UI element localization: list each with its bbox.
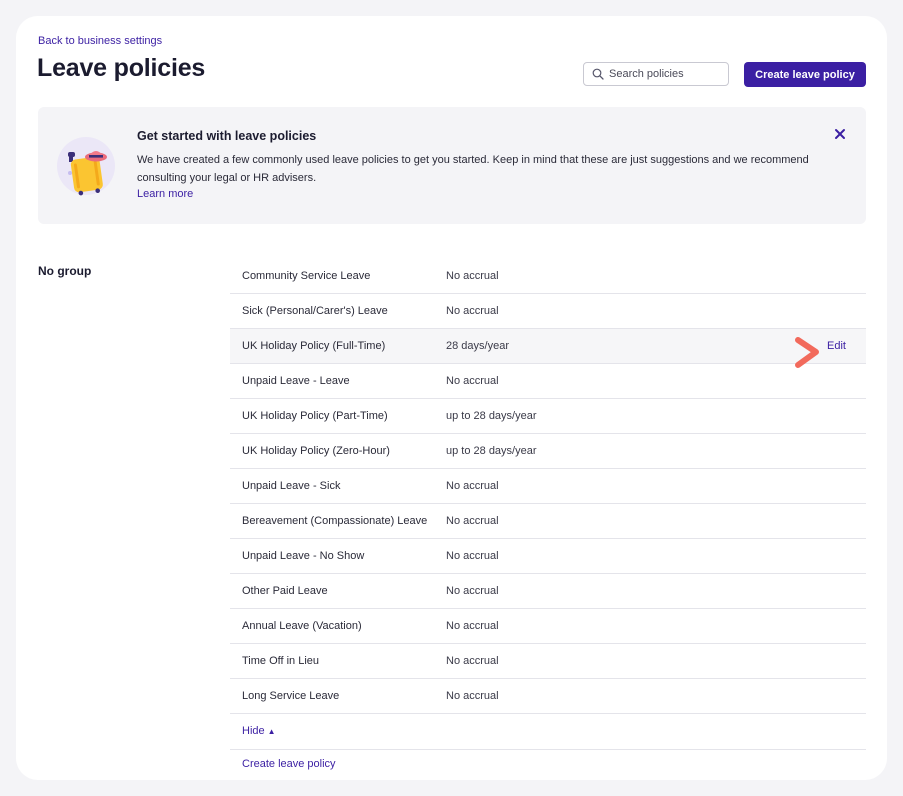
policy-accrual: No accrual [446,655,499,667]
hide-row: Hide ▲ [230,714,866,750]
create-row: Create leave policy [230,750,866,780]
policy-accrual: No accrual [446,690,499,702]
policy-name: Unpaid Leave - No Show [242,550,365,562]
group-label: No group [38,264,92,278]
policy-name: Bereavement (Compassionate) Leave [242,515,428,527]
policy-row[interactable]: Unpaid Leave - Leave No accrual [230,364,866,399]
policy-row[interactable]: UK Holiday Policy (Part-Time) up to 28 d… [230,399,866,434]
hide-label: Hide [242,725,265,737]
policy-name: UK Holiday Policy (Zero-Hour) [242,445,390,457]
policy-row[interactable]: Time Off in Lieu No accrual [230,644,866,679]
search-field[interactable] [583,62,729,86]
search-input[interactable] [609,68,719,80]
policy-row[interactable]: Annual Leave (Vacation) No accrual [230,609,866,644]
banner-description: We have created a few commonly used leav… [137,154,809,184]
search-icon [592,68,604,80]
policy-row-hovered[interactable]: UK Holiday Policy (Full-Time) 28 days/ye… [230,329,866,368]
policy-name: Unpaid Leave - Sick [242,480,341,492]
suitcase-icon [57,137,115,196]
main-card: Back to business settings Leave policies… [16,16,887,780]
policy-accrual: No accrual [446,270,499,282]
edit-policy-link[interactable]: Edit [827,340,846,352]
policy-name: Unpaid Leave - Leave [242,375,350,387]
getting-started-banner: Get started with leave policies We have … [38,107,866,224]
policy-accrual: 28 days/year [446,340,509,352]
back-to-business-settings-link[interactable]: Back to business settings [38,35,162,47]
policy-row[interactable]: Community Service Leave No accrual [230,259,866,294]
close-icon[interactable] [833,127,847,141]
policy-row[interactable]: Unpaid Leave - Sick No accrual [230,469,866,504]
policy-row[interactable]: Bereavement (Compassionate) Leave No acc… [230,504,866,539]
policy-name: UK Holiday Policy (Full-Time) [242,340,386,352]
policy-accrual: up to 28 days/year [446,445,537,457]
banner-title: Get started with leave policies [137,129,317,143]
policy-name: Long Service Leave [242,690,340,702]
policy-row[interactable]: Other Paid Leave No accrual [230,574,866,609]
hide-policies-link[interactable]: Hide ▲ [242,725,276,737]
policy-name: Other Paid Leave [242,585,328,597]
policy-row[interactable]: UK Holiday Policy (Zero-Hour) up to 28 d… [230,434,866,469]
page-title: Leave policies [37,54,206,82]
learn-more-link[interactable]: Learn more [137,188,193,200]
policy-row[interactable]: Long Service Leave No accrual [230,679,866,714]
policy-accrual: No accrual [446,480,499,492]
policy-list: Community Service Leave No accrual Sick … [230,259,866,780]
caret-up-icon: ▲ [267,727,276,736]
policy-name: Community Service Leave [242,270,371,282]
policy-name: UK Holiday Policy (Part-Time) [242,410,388,422]
create-leave-policy-link[interactable]: Create leave policy [242,758,336,770]
policy-name: Sick (Personal/Carer's) Leave [242,305,388,317]
policy-accrual: No accrual [446,585,499,597]
policy-accrual: No accrual [446,620,499,632]
policy-accrual: up to 28 days/year [446,410,537,422]
policy-name: Time Off in Lieu [242,655,320,667]
policy-name: Annual Leave (Vacation) [242,620,362,632]
policy-row[interactable]: Unpaid Leave - No Show No accrual [230,539,866,574]
policy-accrual: No accrual [446,550,499,562]
policy-accrual: No accrual [446,515,499,527]
policy-row[interactable]: Sick (Personal/Carer's) Leave No accrual [230,294,866,329]
create-leave-policy-button[interactable]: Create leave policy [744,62,866,87]
policy-accrual: No accrual [446,305,499,317]
policy-accrual: No accrual [446,375,499,387]
